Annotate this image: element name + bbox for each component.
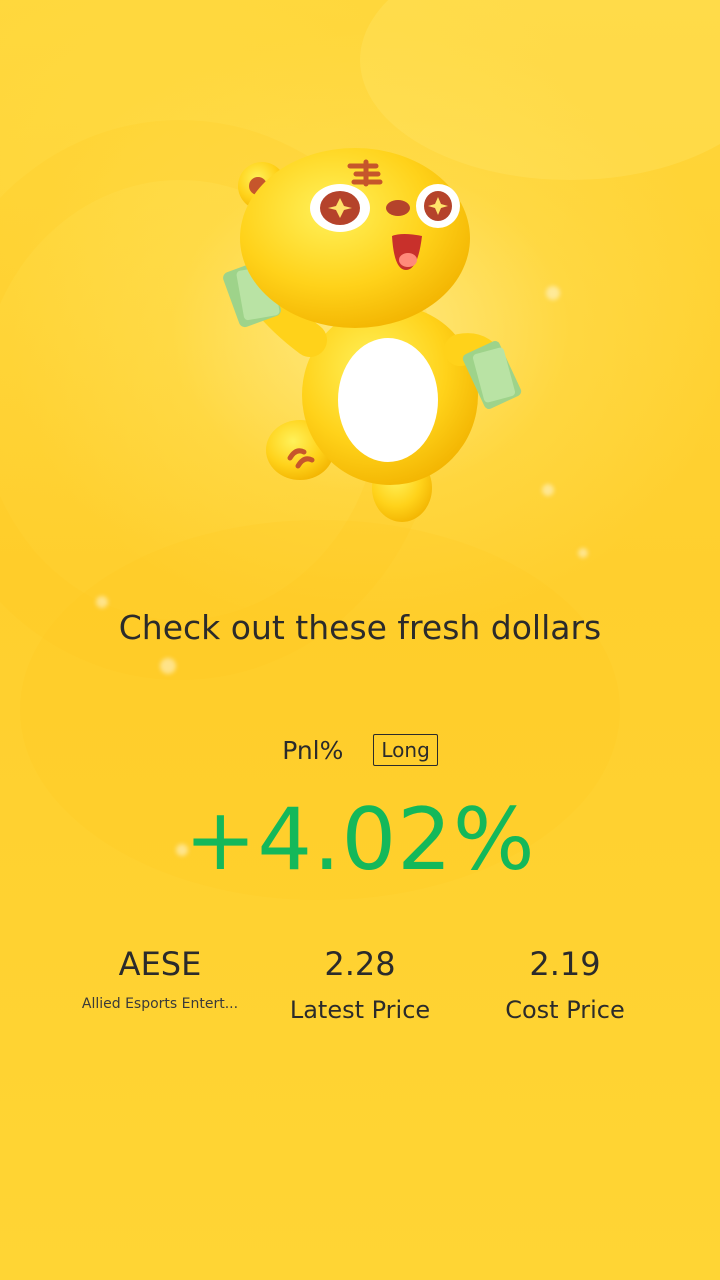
cost-price-label: Cost Price — [505, 996, 625, 1024]
ticker-symbol: AESE — [118, 945, 202, 983]
sparkle-icon — [578, 548, 588, 558]
pnl-header: Pnl% Long — [0, 734, 720, 766]
company-name: Allied Esports Entert... — [81, 996, 239, 1012]
pnl-value: +4.02% — [184, 790, 536, 890]
pnl-label: Pnl% — [282, 735, 344, 765]
ticker-stat: AESE Allied Esports Entert... — [80, 940, 240, 1012]
cost-price-value: 2.19 — [529, 945, 601, 983]
tiger-mascot-icon — [223, 148, 522, 522]
cost-price-stat: 2.19 Cost Price — [480, 940, 650, 1024]
share-card: Check out these fresh dollars Pnl% Long … — [0, 0, 720, 1280]
latest-price-value: 2.28 — [324, 945, 396, 983]
stats-row: AESE Allied Esports Entert... 2.28 Lates… — [0, 940, 720, 1040]
sparkle-icon — [542, 484, 554, 496]
sparkle-icon — [96, 596, 108, 608]
latest-price-label: Latest Price — [289, 996, 431, 1024]
headline: Check out these fresh dollars — [118, 608, 602, 647]
sparkle-icon — [160, 658, 176, 674]
position-type-badge: Long — [373, 734, 438, 766]
sparkle-icon — [546, 286, 560, 300]
latest-price-stat: 2.28 Latest Price — [270, 940, 450, 1024]
